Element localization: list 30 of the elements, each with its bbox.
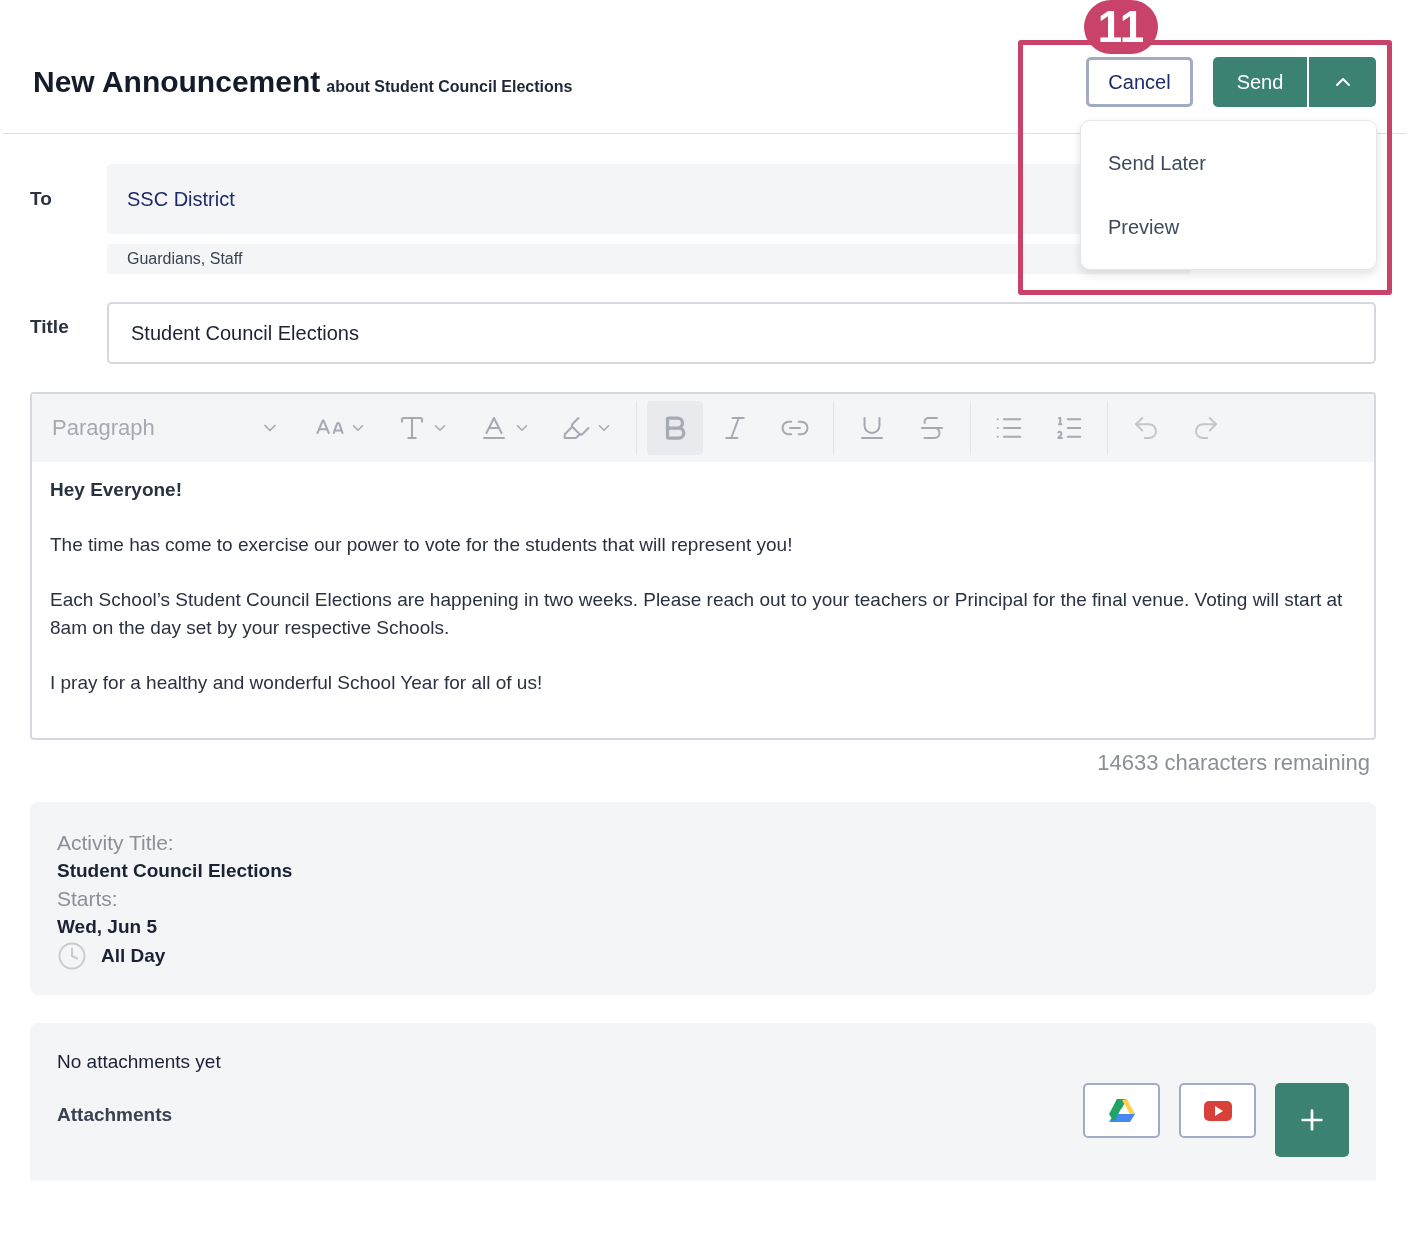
attachments-label: Attachments — [57, 1103, 173, 1127]
send-options-button[interactable] — [1309, 57, 1376, 107]
cancel-button[interactable]: Cancel — [1086, 57, 1193, 107]
drive-triangle-icon — [1108, 1099, 1135, 1122]
audience-tag: Guardians, Staff — [107, 244, 1190, 274]
activity-title: Student Council Elections — [57, 859, 294, 883]
starts-label: Starts: — [57, 886, 119, 912]
start-date: Wed, Jun 5 — [57, 915, 158, 939]
message-paragraph: Hey Everyone! — [50, 478, 183, 502]
video-button[interactable] — [1179, 1083, 1256, 1138]
add-attachment-button[interactable] — [1275, 1083, 1349, 1157]
message-editor[interactable] — [30, 392, 1376, 740]
clock-icon — [57, 941, 87, 971]
activity-title-label: Activity Title: — [57, 830, 175, 856]
title-input-field[interactable]: Student Council Elections — [107, 302, 1376, 364]
send-button[interactable]: Send — [1213, 57, 1307, 107]
page-subtitle: about Student Council Elections — [326, 78, 573, 96]
character-counter: 14633 characters remaining — [1097, 750, 1370, 776]
title-label: Title — [30, 315, 70, 338]
to-label: To — [30, 187, 53, 210]
step-badge: 11 — [1084, 0, 1158, 54]
empty-attachments-text: No attachments yet — [57, 1051, 222, 1073]
message-paragraph: The time has come to exercise our power to vote for the students that will represent you! — [50, 533, 794, 557]
message-paragraph: Each School’s Student Council Elections are happening in two weeks. Please reach out to your teachers or Principal for the final venue. Voting will start at 8am on the day set by your respective Schools. — [50, 588, 1344, 640]
page-title: New Announcement — [33, 65, 321, 99]
time-text: All Day — [101, 944, 166, 968]
message-paragraph: I pray for a healthy and wonderful School Year for all of us! — [50, 671, 544, 695]
play-icon — [1203, 1100, 1232, 1121]
drive-button[interactable] — [1083, 1083, 1160, 1138]
bold-button[interactable] — [647, 401, 703, 455]
